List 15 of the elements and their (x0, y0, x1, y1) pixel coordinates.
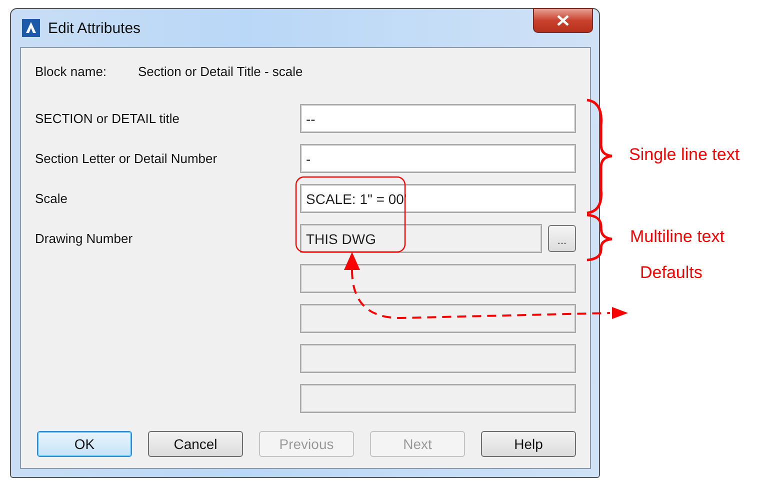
annotation-text: Single line text (629, 145, 740, 165)
block-name-label: Block name: (35, 64, 108, 78)
dialog-button[interactable]: Help (481, 431, 576, 457)
attribute-label: Drawing Number (35, 231, 134, 246)
dialog-button[interactable]: OK (37, 431, 132, 457)
attribute-label: Section Letter or Detail Number (35, 151, 218, 166)
annotation-text: Defaults (640, 263, 702, 283)
attribute-field[interactable]: -- (300, 104, 576, 133)
attribute-label: SECTION or DETAIL title (35, 111, 180, 126)
attribute-field[interactable]: - (300, 144, 576, 173)
annotation-text: Multiline text (630, 227, 724, 247)
block-name-value: Section or Detail Title - scale (138, 64, 303, 78)
attribute-label: Scale (35, 191, 69, 206)
window-title: Edit Attributes (48, 20, 141, 36)
dialog-button[interactable]: Cancel (148, 431, 243, 457)
